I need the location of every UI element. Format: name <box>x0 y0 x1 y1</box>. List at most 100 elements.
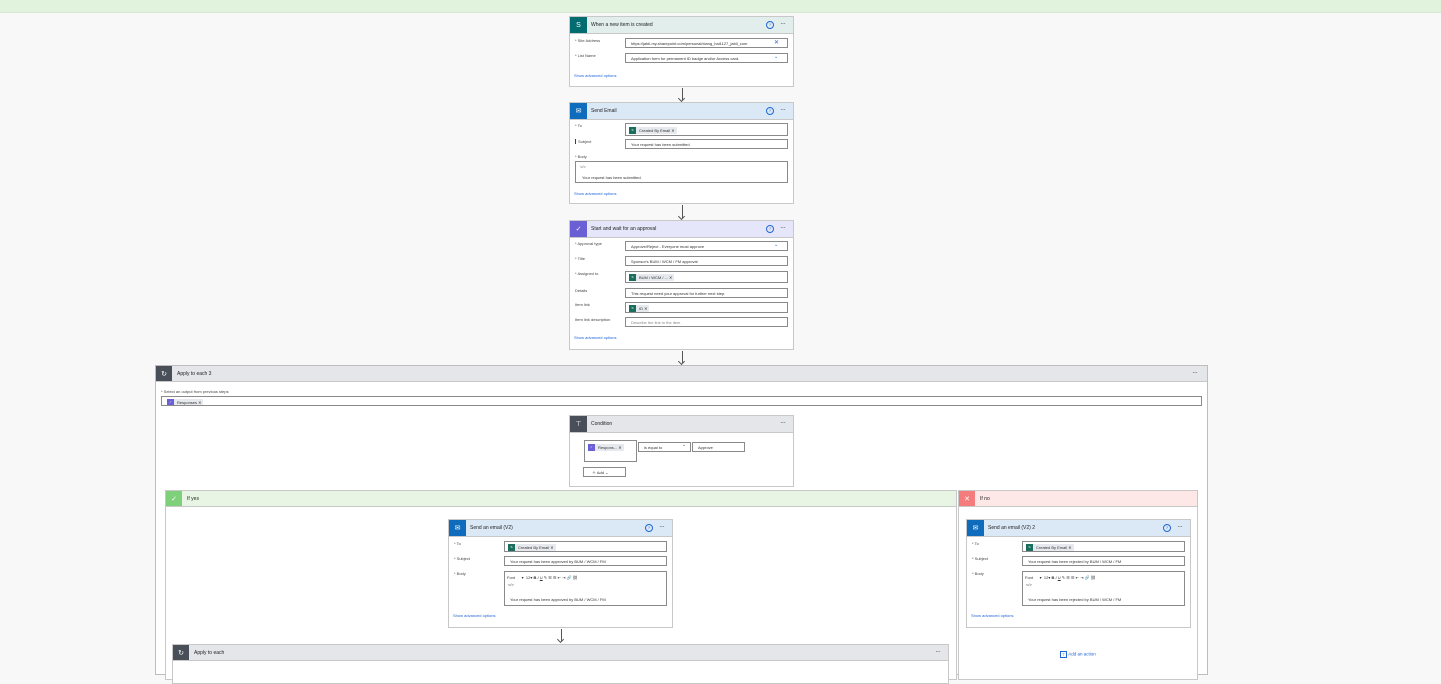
approval-type-field[interactable]: Approve/Reject - Everyone must approve <box>625 241 788 251</box>
approval-icon: ✓ <box>570 221 587 237</box>
list-name-field[interactable]: Application form for permanent ID badge … <box>625 53 788 63</box>
show-advanced-options[interactable]: Show advanced options <box>574 335 616 340</box>
font-size-select[interactable]: 12 <box>1044 575 1048 580</box>
condition-left-operand[interactable]: ✓ Respons... ✕ <box>584 440 637 462</box>
token-created-by-email[interactable]: S Created By Email ✕ <box>1026 543 1074 551</box>
apply-to-each-container[interactable]: ↻ Apply to each ··· <box>172 644 949 684</box>
help-icon[interactable]: ? <box>766 225 774 233</box>
more-options-icon[interactable]: ··· <box>659 522 665 531</box>
more-options-icon[interactable]: ··· <box>780 19 786 28</box>
if-yes-header[interactable]: ✓ If yes <box>166 491 956 507</box>
send-email-v2-2-card[interactable]: ✉ Send an email (V2) 2 ? ··· * To S Creat… <box>966 519 1191 628</box>
title-field[interactable]: Sponsor's BUM / WCM / FM approval <box>625 256 788 266</box>
token-text: Created By Email <box>1036 544 1068 550</box>
more-options-icon[interactable]: ··· <box>780 105 786 114</box>
code-view-icon[interactable]: </> <box>1026 580 1032 589</box>
subject-field[interactable]: Your request has been submitted <box>625 139 788 149</box>
if-no-label: If no <box>980 496 990 502</box>
help-icon[interactable]: ? <box>766 107 774 115</box>
body-label: * Body <box>972 571 984 576</box>
to-field[interactable]: S Created By Email ✕ <box>1022 541 1185 552</box>
sharepoint-token-icon: S <box>629 273 636 281</box>
assigned-to-field[interactable]: S BUM / WCM / ... ✕ <box>625 271 788 283</box>
connector-arrow <box>682 351 683 363</box>
condition-card[interactable]: ⊤ Condition ··· ✓ Respons... ✕ is equal t… <box>569 415 794 487</box>
subject-field[interactable]: Your request has been rejected by BUM / … <box>1022 556 1185 566</box>
chevron-down-icon[interactable]: ⌄ <box>774 54 778 60</box>
more-options-icon[interactable]: ··· <box>780 418 786 427</box>
approval-title: Start and wait for an approval <box>591 226 657 232</box>
to-label: * To <box>972 541 979 546</box>
token-responses[interactable]: ✓ Responses ✕ <box>167 398 204 405</box>
trigger-card[interactable]: S When a new item is created ? ··· * Sit… <box>569 16 794 87</box>
send-email-v2-2-header[interactable]: ✉ Send an email (V2) 2 ? ··· <box>967 520 1190 537</box>
help-icon[interactable]: ? <box>766 21 774 29</box>
site-address-field[interactable]: https://jabil-my.sharepoint.com/personal… <box>625 38 788 48</box>
send-email-v2-2-title: Send an email (V2) 2 <box>988 525 1035 531</box>
show-advanced-options[interactable]: Show advanced options <box>971 613 1013 618</box>
code-view-icon[interactable]: </> <box>580 162 586 171</box>
subject-label: Subject <box>575 139 591 144</box>
body-editor[interactable]: </> Your request has been submitted. <box>575 161 788 183</box>
token-id[interactable]: S ID ✕ <box>629 304 650 312</box>
to-field[interactable]: S Created By Email ✕ <box>625 123 788 136</box>
item-link-description-field[interactable]: Describe the link to the item <box>625 317 788 327</box>
select-output-field[interactable]: ✓ Responses ✕ <box>161 396 1202 406</box>
send-email-card[interactable]: ✉ Send Email ? ··· * To S Created By Emai… <box>569 102 794 204</box>
approval-token-icon: ✓ <box>167 398 174 405</box>
condition-header[interactable]: ⊤ Condition ··· <box>570 416 793 433</box>
chevron-down-icon[interactable]: ⌄ <box>682 442 686 448</box>
send-email-v2-card[interactable]: ✉ Send an email (V2) ? ··· * To S Created… <box>448 519 673 628</box>
apply-to-each-title: Apply to each <box>194 650 225 656</box>
code-view-icon[interactable]: </> <box>508 580 514 589</box>
more-options-icon[interactable]: ··· <box>935 647 941 656</box>
show-advanced-options[interactable]: Show advanced options <box>574 191 616 196</box>
item-link-field[interactable]: S ID ✕ <box>625 302 788 313</box>
show-advanced-options[interactable]: Show advanced options <box>453 613 495 618</box>
if-no-header[interactable]: ✕ If no <box>959 491 1197 507</box>
token-text: Respons... <box>598 444 618 450</box>
approval-token-icon: ✓ <box>588 443 595 451</box>
help-icon[interactable]: ? <box>1163 524 1171 532</box>
help-icon[interactable]: ? <box>645 524 653 532</box>
token-responses[interactable]: ✓ Respons... ✕ <box>588 443 624 451</box>
rich-text-toolbar[interactable]: Font ▾ 12▾ B I U ✎ ☰ ☰ ⇤ ⇥ 🔗 ⛓ <box>1025 573 1096 582</box>
clear-icon[interactable]: ✕ <box>774 39 779 46</box>
sharepoint-token-icon: S <box>629 126 636 134</box>
body-editor[interactable]: Font ▾ 12▾ B I U ✎ ☰ ☰ ⇤ ⇥ 🔗 ⛓ </> Your … <box>1022 571 1185 606</box>
more-options-icon[interactable]: ··· <box>1177 522 1183 531</box>
rich-text-toolbar[interactable]: Font ▾ 12▾ B I U ✎ ☰ ☰ ⇤ ⇥ 🔗 ⛓ <box>507 573 578 582</box>
condition-icon: ⊤ <box>570 416 587 432</box>
token-created-by-email[interactable]: S Created By Email ✕ <box>508 543 556 551</box>
body-editor[interactable]: Font ▾ 12▾ B I U ✎ ☰ ☰ ⇤ ⇥ 🔗 ⛓ </> Your … <box>504 571 667 606</box>
subject-field[interactable]: Your request has been approved by BUM / … <box>504 556 667 566</box>
connector-arrow <box>682 205 683 218</box>
apply-to-each-3-title: Apply to each 3 <box>177 371 212 377</box>
add-condition-button[interactable]: ＋ Add ⌄ <box>583 467 626 477</box>
to-label: * To <box>454 541 461 546</box>
font-size-select[interactable]: 12 <box>526 575 530 580</box>
connector-arrow <box>561 629 562 641</box>
approval-header[interactable]: ✓ Start and wait for an approval ? ··· <box>570 221 793 238</box>
send-email-header[interactable]: ✉ Send Email ? ··· <box>570 103 793 120</box>
apply-to-each-3-header[interactable]: ↻ Apply to each 3 ··· <box>156 366 1207 382</box>
condition-value-field[interactable]: Approve <box>692 442 745 452</box>
add-action-button[interactable]: ⊤ Add an action <box>1060 651 1096 658</box>
approval-card[interactable]: ✓ Start and wait for an approval ? ··· *… <box>569 220 794 350</box>
item-link-description-label: Item link description <box>575 317 611 322</box>
to-field[interactable]: S Created By Email ✕ <box>504 541 667 552</box>
show-advanced-options[interactable]: Show advanced options <box>574 73 616 78</box>
token-bum-wcm[interactable]: S BUM / WCM / ... ✕ <box>629 273 675 281</box>
trigger-header[interactable]: S When a new item is created ? ··· <box>570 17 793 34</box>
more-options-icon[interactable]: ··· <box>1192 368 1198 377</box>
body-text: Your request has been approved by BUM / … <box>510 597 606 602</box>
chevron-down-icon[interactable]: ⌄ <box>774 242 778 248</box>
apply-to-each-header[interactable]: ↻ Apply to each ··· <box>173 645 948 661</box>
body-label: * Body <box>454 571 466 576</box>
subject-label: * Subject <box>972 556 989 561</box>
send-email-v2-header[interactable]: ✉ Send an email (V2) ? ··· <box>449 520 672 537</box>
token-created-by-email[interactable]: S Created By Email ✕ <box>629 126 677 134</box>
details-field[interactable]: This request need your approval for furt… <box>625 288 788 298</box>
more-options-icon[interactable]: ··· <box>780 223 786 232</box>
loop-icon: ↻ <box>156 366 172 381</box>
